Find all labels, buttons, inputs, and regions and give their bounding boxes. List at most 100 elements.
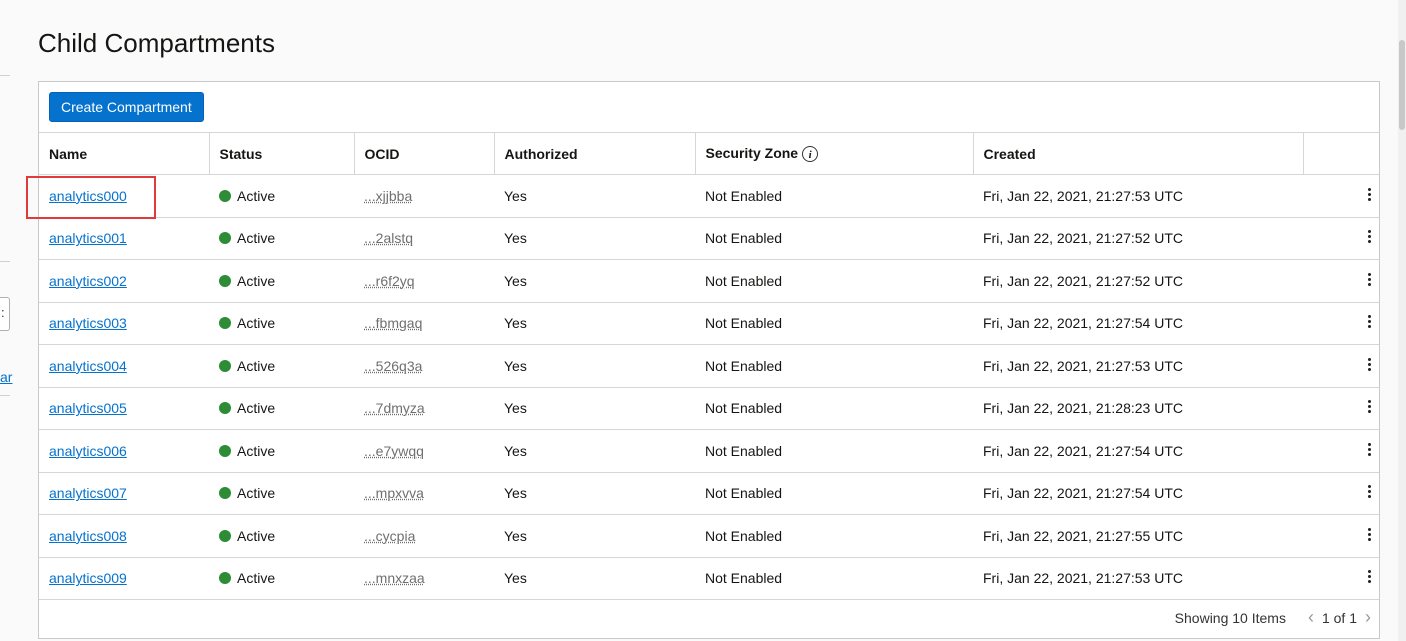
actions-cell bbox=[1303, 217, 1379, 260]
ocid-link[interactable]: ...r6f2yq bbox=[364, 273, 415, 289]
page-indicator: 1 of 1 bbox=[1321, 609, 1357, 626]
name-cell: analytics004 bbox=[39, 344, 209, 388]
compartments-table: Name Status OCID Authorized Security Zon… bbox=[39, 132, 1379, 600]
actions-cell bbox=[1303, 344, 1379, 388]
column-header-security-zone[interactable]: Security Zone i bbox=[694, 132, 973, 175]
ocid-cell: ...7dmyza bbox=[354, 387, 494, 430]
created-cell: Fri, Jan 22, 2021, 21:27:53 UTC bbox=[973, 557, 1303, 600]
compartment-name-link[interactable]: analytics001 bbox=[49, 230, 127, 246]
kebab-menu-icon[interactable] bbox=[1367, 441, 1371, 458]
ocid-cell: ...mnxzaa bbox=[354, 557, 494, 600]
kebab-menu-icon[interactable] bbox=[1367, 398, 1371, 415]
compartment-name-link[interactable]: analytics000 bbox=[49, 188, 127, 204]
table-row: analytics007 Active ...mpxvva Yes Not Enable… bbox=[39, 472, 1379, 515]
authorized-cell: Yes bbox=[494, 344, 695, 388]
ocid-link[interactable]: ...mpxvva bbox=[364, 485, 424, 501]
security-zone-cell: Not Enabled bbox=[695, 174, 973, 218]
created-cell: Fri, Jan 22, 2021, 21:27:54 UTC bbox=[973, 472, 1303, 515]
compartment-name-link[interactable]: analytics007 bbox=[49, 485, 127, 501]
left-nav-toggle[interactable]: : bbox=[0, 297, 10, 331]
ocid-cell: ...fbmgaq bbox=[354, 302, 494, 345]
security-zone-cell: Not Enabled bbox=[695, 429, 973, 473]
kebab-menu-icon[interactable] bbox=[1367, 313, 1371, 330]
page-title: Child Compartments bbox=[38, 28, 275, 58]
table-row: analytics000 Active ...xjjbba Yes Not Enable… bbox=[39, 174, 1379, 218]
authorized-cell: Yes bbox=[494, 429, 695, 473]
left-nav-divider bbox=[0, 261, 10, 262]
column-header-authorized[interactable]: Authorized bbox=[493, 132, 695, 175]
status-cell: Active bbox=[209, 174, 354, 218]
name-cell: analytics001 bbox=[39, 217, 209, 260]
kebab-menu-icon[interactable] bbox=[1367, 356, 1371, 373]
authorized-cell: Yes bbox=[494, 302, 695, 345]
kebab-menu-icon[interactable] bbox=[1367, 228, 1371, 245]
compartment-name-link[interactable]: analytics009 bbox=[49, 570, 127, 586]
ocid-link[interactable]: ...cycpia bbox=[364, 528, 415, 544]
table-row: analytics002 Active ...r6f2yq Yes Not Enable… bbox=[39, 259, 1379, 303]
actions-cell bbox=[1303, 302, 1379, 345]
ocid-link[interactable]: ...xjjbba bbox=[364, 188, 412, 204]
status-text: Active bbox=[237, 527, 276, 544]
created-cell: Fri, Jan 22, 2021, 21:27:54 UTC bbox=[973, 429, 1303, 473]
compartment-name-link[interactable]: analytics003 bbox=[49, 315, 127, 331]
created-cell: Fri, Jan 22, 2021, 21:27:52 UTC bbox=[973, 217, 1303, 260]
column-header-name[interactable]: Name bbox=[39, 132, 209, 175]
status-text: Active bbox=[237, 442, 276, 459]
ocid-link[interactable]: ...7dmyza bbox=[364, 400, 425, 416]
table-row: analytics008 Active ...cycpia Yes Not Enable… bbox=[39, 514, 1379, 558]
compartment-name-link[interactable]: analytics002 bbox=[49, 273, 127, 289]
actions-cell bbox=[1303, 429, 1379, 473]
ocid-link[interactable]: ...fbmgaq bbox=[364, 315, 422, 331]
table-row: analytics009 Active ...mnxzaa Yes Not Enable… bbox=[39, 557, 1379, 600]
status-active-icon bbox=[219, 359, 231, 372]
table-row: analytics004 Active ...526q3a Yes Not Enable… bbox=[39, 344, 1379, 388]
column-header-created[interactable]: Created bbox=[972, 132, 1303, 175]
ocid-link[interactable]: ...2alstq bbox=[364, 230, 413, 246]
pagination: Showing 10 Items ‹ 1 of 1 › bbox=[1175, 607, 1371, 628]
column-header-status[interactable]: Status bbox=[208, 132, 354, 175]
compartment-name-link[interactable]: analytics004 bbox=[49, 358, 127, 374]
kebab-menu-icon[interactable] bbox=[1367, 271, 1371, 288]
left-nav-link[interactable]: ar bbox=[0, 369, 12, 385]
status-cell: Active bbox=[209, 557, 354, 600]
authorized-cell: Yes bbox=[494, 259, 695, 303]
scrollbar-thumb[interactable] bbox=[1399, 40, 1405, 130]
status-cell: Active bbox=[209, 344, 354, 388]
left-nav-divider bbox=[0, 395, 10, 396]
security-zone-cell: Not Enabled bbox=[695, 259, 973, 303]
info-icon[interactable]: i bbox=[802, 146, 819, 163]
status-active-icon bbox=[219, 189, 231, 202]
kebab-menu-icon[interactable] bbox=[1367, 483, 1371, 500]
compartment-name-link[interactable]: analytics005 bbox=[49, 400, 127, 416]
table-row: analytics001 Active ...2alstq Yes Not Enable… bbox=[39, 217, 1379, 260]
create-compartment-button[interactable]: Create Compartment bbox=[49, 92, 204, 122]
name-cell: analytics007 bbox=[39, 472, 209, 515]
compartment-name-link[interactable]: analytics006 bbox=[49, 443, 127, 459]
status-cell: Active bbox=[209, 472, 354, 515]
compartment-name-link[interactable]: analytics008 bbox=[49, 528, 127, 544]
kebab-menu-icon[interactable] bbox=[1367, 186, 1371, 203]
kebab-menu-icon[interactable] bbox=[1367, 568, 1371, 585]
ocid-link[interactable]: ...mnxzaa bbox=[364, 570, 425, 586]
ocid-cell: ...mpxvva bbox=[354, 472, 494, 515]
name-cell: analytics002 bbox=[39, 259, 209, 303]
ocid-link[interactable]: ...526q3a bbox=[364, 358, 422, 374]
status-cell: Active bbox=[209, 217, 354, 260]
compartments-panel: Create Compartment Name Status OCID Auth… bbox=[38, 81, 1380, 639]
authorized-cell: Yes bbox=[494, 217, 695, 260]
created-cell: Fri, Jan 22, 2021, 21:28:23 UTC bbox=[973, 387, 1303, 430]
page-scrollbar[interactable] bbox=[1398, 0, 1406, 641]
status-cell: Active bbox=[209, 302, 354, 345]
column-header-ocid[interactable]: OCID bbox=[353, 132, 494, 175]
security-zone-cell: Not Enabled bbox=[695, 557, 973, 600]
actions-cell bbox=[1303, 387, 1379, 430]
kebab-menu-icon[interactable] bbox=[1367, 526, 1371, 543]
status-text: Active bbox=[237, 485, 276, 502]
name-cell: analytics009 bbox=[39, 557, 209, 600]
status-active-icon bbox=[219, 572, 231, 585]
chevron-left-icon[interactable]: ‹ bbox=[1308, 607, 1314, 628]
ocid-link[interactable]: ...e7ywqq bbox=[364, 443, 424, 459]
chevron-right-icon[interactable]: › bbox=[1365, 607, 1371, 628]
status-active-icon bbox=[219, 487, 231, 500]
status-active-icon bbox=[219, 317, 231, 330]
